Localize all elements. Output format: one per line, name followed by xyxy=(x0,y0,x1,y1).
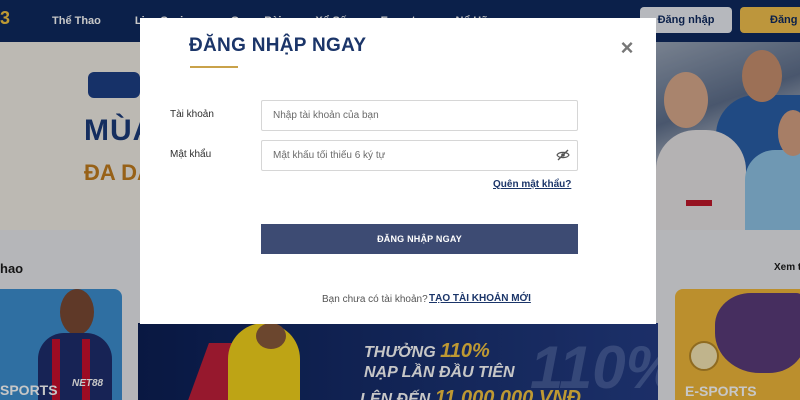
username-label: Tài khoản xyxy=(170,109,214,120)
title-underline xyxy=(190,66,238,68)
login-modal: ĐĂNG NHẬP NGAY × Tài khoản Mật khẩu Quên… xyxy=(140,18,656,324)
username-input[interactable] xyxy=(261,100,578,131)
forgot-password-link[interactable]: Quên mật khẩu? xyxy=(493,179,571,190)
login-submit-button[interactable]: ĐĂNG NHẬP NGAY xyxy=(261,224,578,254)
modal-title: ĐĂNG NHẬP NGAY xyxy=(189,35,367,56)
password-input[interactable] xyxy=(261,140,578,171)
password-label: Mật khẩu xyxy=(170,149,212,160)
no-account-text: Bạn chưa có tài khoản? xyxy=(322,294,428,305)
eye-slash-icon[interactable] xyxy=(556,149,570,161)
close-icon[interactable]: × xyxy=(618,37,636,59)
create-account-link[interactable]: TẠO TÀI KHOẢN MỚI xyxy=(429,293,531,304)
